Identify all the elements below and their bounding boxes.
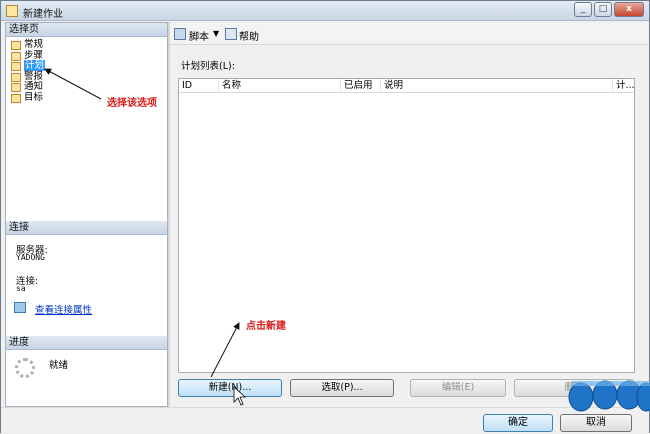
arrow-to-new-button <box>210 322 240 378</box>
new-job-window: 新建作业 _ □ x 选择页 常规 步骤 计划 警报 通知 目标 连接 服务器:… <box>0 0 650 433</box>
annotation-arrows <box>44 68 650 412</box>
mouse-cursor-icon <box>233 386 247 406</box>
arrow-to-schedules-page <box>44 68 102 100</box>
decorative-bins-icon <box>568 380 650 412</box>
